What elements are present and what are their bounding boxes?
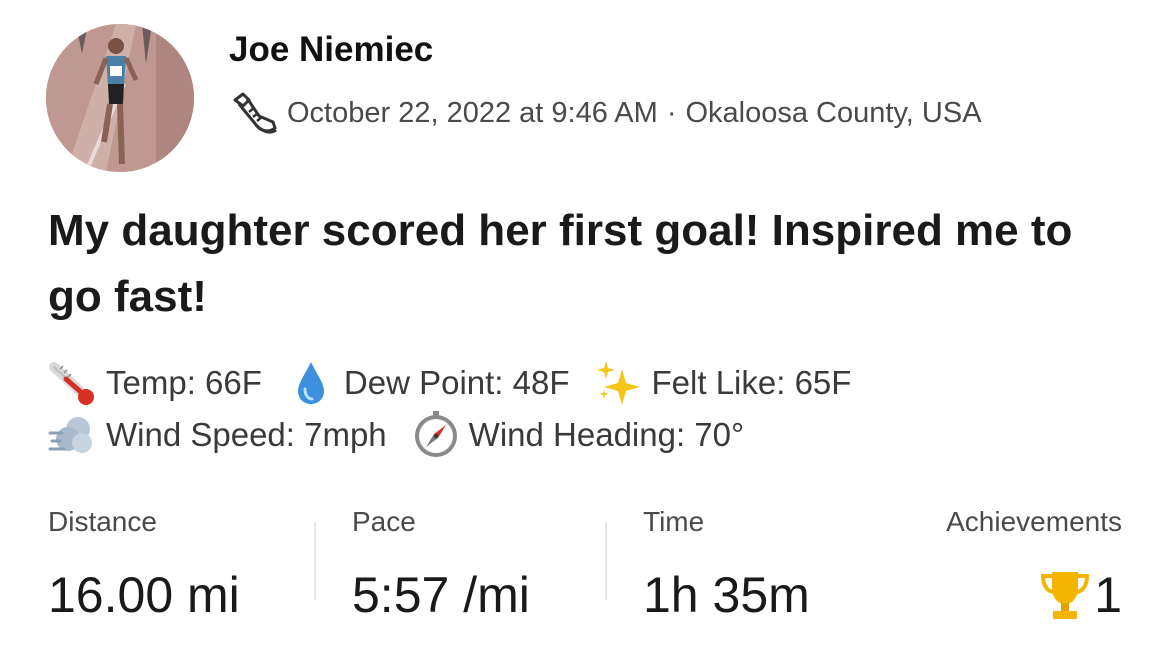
droplet-icon	[286, 359, 336, 407]
pace-value: 5:57 /mi	[352, 567, 530, 623]
athlete-avatar[interactable]	[46, 24, 194, 172]
time-label: Time	[643, 506, 705, 537]
activity-card[interactable]: Joe Niemiec October 22, 2022 at 9:46 AM …	[0, 0, 1170, 652]
activity-location: Okaloosa County, USA	[685, 96, 982, 129]
distance-value: 16.00 mi	[48, 567, 240, 623]
weather-row-2: Wind Speed: 7mph Wind Heading: 70°	[48, 409, 768, 461]
weather-row-1: Temp: 66F Dew Point: 48F Felt Like: 65F	[48, 357, 875, 409]
meta-separator: ·	[666, 96, 677, 129]
wind-speed-text: Wind Speed: 7mph	[106, 416, 387, 453]
activity-title[interactable]: My daughter scored her first goal! Inspi…	[48, 198, 1108, 330]
athlete-name[interactable]: Joe Niemiec	[229, 30, 433, 70]
wind-icon	[48, 411, 98, 459]
stat-time: Time 1h 35m	[643, 503, 810, 625]
wind-heading-text: Wind Heading: 70°	[468, 416, 745, 453]
weather-felt-like: Felt Like: 65F	[594, 359, 852, 407]
weather-wind-speed: Wind Speed: 7mph	[48, 411, 387, 459]
dew-point-text: Dew Point: 48F	[343, 364, 570, 401]
thermometer-icon	[48, 359, 98, 407]
distance-label: Distance	[48, 506, 157, 537]
activity-meta: October 22, 2022 at 9:46 AM · Okaloosa C…	[229, 90, 982, 136]
running-shoe-icon	[229, 90, 279, 136]
achievements-value-row: 1	[946, 565, 1122, 625]
pace-label: Pace	[352, 506, 416, 537]
activity-datetime: October 22, 2022 at 9:46 AM	[287, 96, 658, 129]
time-value: 1h 35m	[643, 567, 810, 623]
achievements-label: Achievements	[946, 506, 1122, 537]
stat-pace: Pace 5:57 /mi	[352, 503, 530, 625]
temp-text: Temp: 66F	[106, 364, 262, 401]
achievements-count: 1	[1094, 567, 1122, 623]
runner-photo-avatar-icon	[46, 24, 194, 172]
compass-icon	[411, 411, 461, 459]
stat-divider	[605, 522, 607, 600]
weather-wind-heading: Wind Heading: 70°	[411, 411, 745, 459]
felt-like-text: Felt Like: 65F	[651, 364, 852, 401]
stat-distance: Distance 16.00 mi	[48, 503, 240, 625]
trophy-icon	[1040, 568, 1090, 622]
stat-achievements[interactable]: Achievements 1	[946, 503, 1122, 625]
weather-dew-point: Dew Point: 48F	[286, 359, 570, 407]
stat-divider	[314, 522, 316, 600]
weather-temp: Temp: 66F	[48, 359, 262, 407]
sparkles-icon	[594, 359, 644, 407]
